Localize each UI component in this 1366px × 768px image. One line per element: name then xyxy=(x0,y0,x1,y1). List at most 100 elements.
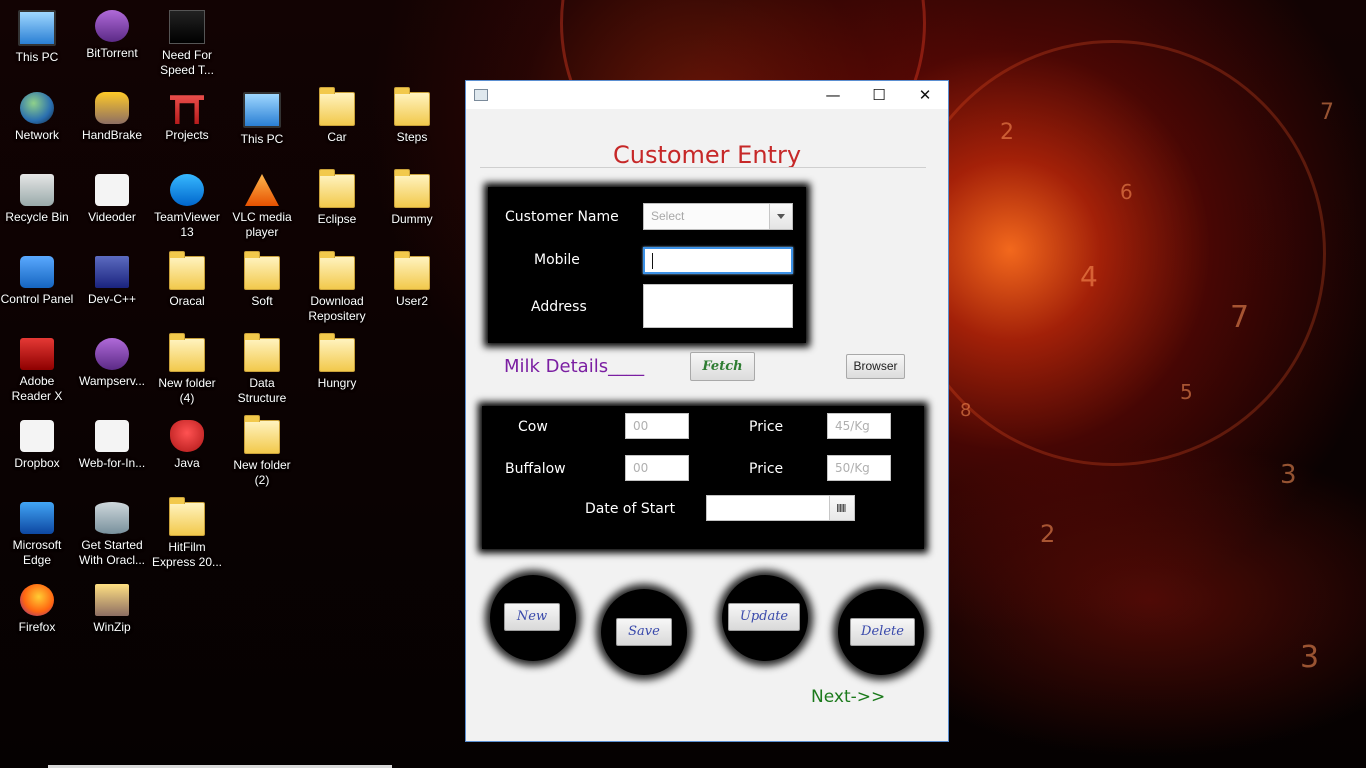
desktop-icon[interactable]: Data Structure xyxy=(225,332,299,406)
folder-icon xyxy=(319,169,355,208)
control-panel-icon xyxy=(20,256,54,288)
recycle-bin-icon xyxy=(20,174,54,206)
folder-icon xyxy=(169,333,205,372)
desktop-icon[interactable]: Dropbox xyxy=(0,414,74,471)
desktop-icon[interactable]: Hungry xyxy=(300,332,374,391)
desktop-icon[interactable]: User2 xyxy=(375,250,449,309)
desktop-icon[interactable]: Firefox xyxy=(0,578,74,635)
close-button[interactable]: ✕ xyxy=(902,81,948,109)
java-icon xyxy=(170,420,204,452)
folder-icon xyxy=(319,87,355,126)
desktop-icon[interactable]: Adobe Reader X xyxy=(0,332,74,404)
vlc-icon xyxy=(245,174,279,206)
desktop-icon[interactable]: New folder (4) xyxy=(150,332,224,406)
desktop-icon-label: WinZip xyxy=(93,620,131,634)
desktop-icon[interactable]: Eclipse xyxy=(300,168,374,227)
folder-icon xyxy=(394,251,430,290)
buffalo-price-input[interactable]: 50/Kg xyxy=(827,455,891,481)
new-button[interactable]: New xyxy=(504,603,560,631)
network-globe-icon xyxy=(20,92,54,124)
wallpaper-digit: 8 xyxy=(960,400,972,421)
desktop-icon[interactable]: Soft xyxy=(225,250,299,309)
desktop-icon-label: Firefox xyxy=(18,620,56,634)
desktop-icon[interactable]: Microsoft Edge xyxy=(0,496,74,568)
desktop-icon[interactable]: Oracal xyxy=(150,250,224,309)
desktop-icon-label: Get Started With Oracl... xyxy=(78,538,145,567)
delete-button[interactable]: Delete xyxy=(850,618,915,646)
cow-price-placeholder: 45/Kg xyxy=(835,419,870,433)
desktop-icon[interactable]: Control Panel xyxy=(0,250,74,307)
next-link[interactable]: Next->> xyxy=(811,687,885,707)
chevron-down-icon[interactable] xyxy=(769,204,792,229)
app-icon xyxy=(474,89,488,101)
desktop-icon[interactable]: Web-for-In... xyxy=(75,414,149,471)
date-of-start-picker[interactable] xyxy=(706,495,855,521)
desktop-icon-label: Data Structure xyxy=(237,376,287,405)
desktop-icon[interactable]: Java xyxy=(150,414,224,471)
teamviewer-icon xyxy=(170,174,204,206)
torii-icon xyxy=(170,95,204,124)
update-button[interactable]: Update xyxy=(728,603,800,631)
save-button[interactable]: Save xyxy=(616,618,672,646)
desktop-icon-label: Recycle Bin xyxy=(5,210,69,224)
desktop-icon[interactable]: HandBrake xyxy=(75,86,149,143)
winzip-icon xyxy=(95,584,129,616)
desktop-icon[interactable]: Get Started With Oracl... xyxy=(75,496,149,568)
desktop-icon[interactable]: New folder (2) xyxy=(225,414,299,488)
desktop-icon-label: TeamViewer 13 xyxy=(154,210,220,239)
computer-icon xyxy=(18,10,56,46)
desktop-icon[interactable]: Download Repositery xyxy=(300,250,374,324)
folder-icon xyxy=(319,333,355,372)
desktop-icon-label: New folder (4) xyxy=(158,376,216,405)
address-input[interactable] xyxy=(643,284,793,328)
fetch-button[interactable]: Fetch xyxy=(690,352,755,381)
desktop-icon[interactable]: TeamViewer 13 xyxy=(150,168,224,240)
desktop-icon[interactable]: Car xyxy=(300,86,374,145)
desktop-icon[interactable]: Videoder xyxy=(75,168,149,225)
firefox-icon xyxy=(20,584,54,616)
text-caret xyxy=(652,253,653,269)
buffalo-price-label: Price xyxy=(749,461,784,477)
desktop-icon[interactable]: This PC xyxy=(225,86,299,147)
minimize-button[interactable]: — xyxy=(810,81,856,109)
cow-price-input[interactable]: 45/Kg xyxy=(827,413,891,439)
desktop-icon[interactable]: Recycle Bin xyxy=(0,168,74,225)
maximize-button[interactable]: ☐ xyxy=(856,81,902,109)
game-icon xyxy=(169,10,205,44)
handbrake-icon xyxy=(95,92,129,124)
desktop-icon[interactable]: BitTorrent xyxy=(75,4,149,61)
customer-name-combobox[interactable]: Select xyxy=(643,203,793,230)
buffalo-quantity-placeholder: 00 xyxy=(633,461,649,475)
title-bar[interactable]: — ☐ ✕ xyxy=(466,81,948,109)
desktop-icon[interactable]: Need For Speed T... xyxy=(150,4,224,78)
desktop-icon-label: Java xyxy=(174,456,200,470)
desktop-icon[interactable]: This PC xyxy=(0,4,74,65)
desktop-icon-label: Download Repositery xyxy=(308,294,366,323)
wallpaper-digit: 6 xyxy=(1120,180,1133,204)
database-icon xyxy=(95,502,129,534)
desktop-icon-label: HandBrake xyxy=(81,128,143,142)
buffalo-quantity-input[interactable]: 00 xyxy=(625,455,689,481)
cow-quantity-input[interactable]: 00 xyxy=(625,413,689,439)
customer-entry-window: — ☐ ✕ Customer Entry Customer Name Selec… xyxy=(465,80,949,742)
cow-price-label: Price xyxy=(749,419,784,435)
desktop-icon-label: Microsoft Edge xyxy=(12,538,62,567)
desktop-icon[interactable]: Dummy xyxy=(375,168,449,227)
desktop-icon[interactable]: Projects xyxy=(150,86,224,143)
browser-button[interactable]: Browser xyxy=(846,354,905,379)
desktop-icon[interactable]: VLC media player xyxy=(225,168,299,240)
desktop-icon-label: Dev-C++ xyxy=(87,292,137,306)
desktop-icon[interactable]: HitFilm Express 20... xyxy=(150,496,224,570)
desktop-icon[interactable]: WinZip xyxy=(75,578,149,635)
desktop-icon[interactable]: Wampserv... xyxy=(75,332,149,389)
desktop-icon[interactable]: Dev-C++ xyxy=(75,250,149,307)
desktop-icon[interactable]: Steps xyxy=(375,86,449,145)
desktop-icon[interactable]: Network xyxy=(0,86,74,143)
buffalo-label: Buffalow xyxy=(505,461,566,477)
mobile-input[interactable] xyxy=(643,247,793,274)
desktop-icon-label: HitFilm Express 20... xyxy=(151,540,223,569)
calendar-icon[interactable] xyxy=(829,496,854,520)
folder-icon xyxy=(394,87,430,126)
desktop-icon-label: This PC xyxy=(240,132,284,146)
desktop-icon-label: Web-for-In... xyxy=(78,456,146,470)
